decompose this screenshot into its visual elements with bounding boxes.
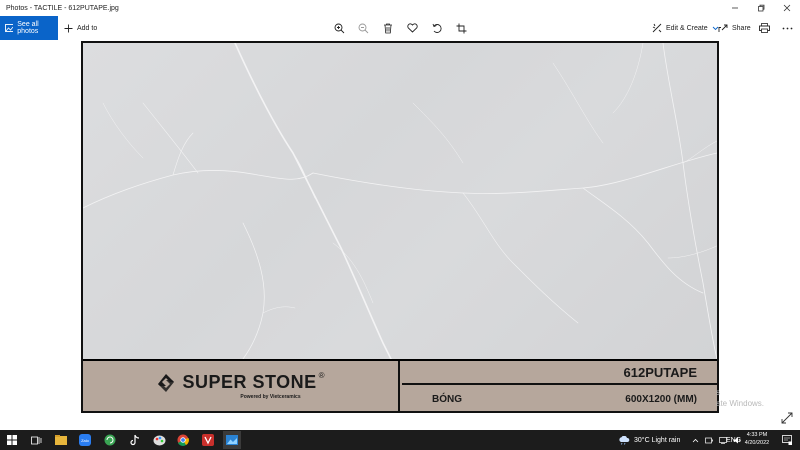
task-view-icon xyxy=(30,436,41,444)
battery-icon[interactable] xyxy=(705,437,713,444)
taskbar-chrome[interactable] xyxy=(176,433,190,447)
svg-text:Zalo: Zalo xyxy=(81,438,90,443)
notification-icon xyxy=(782,435,792,445)
task-view-button[interactable] xyxy=(29,433,43,447)
tiktok-icon xyxy=(129,434,139,446)
share-button[interactable]: Share xyxy=(718,16,751,40)
language-indicator[interactable]: ENG xyxy=(726,430,741,450)
activate-windows-watermark: s ate Windows. xyxy=(716,387,764,409)
rotate-icon xyxy=(432,23,442,33)
tray-chevron-up-icon[interactable] xyxy=(692,438,699,443)
taskbar-app-paint[interactable] xyxy=(152,433,166,447)
maximize-button[interactable] xyxy=(748,0,774,16)
watermark-line-1: s xyxy=(716,388,720,397)
cloud-rain-icon xyxy=(619,435,630,445)
photos-icon xyxy=(5,24,14,32)
see-all-photos-button[interactable]: See all photos xyxy=(0,16,58,40)
chrome-icon xyxy=(177,434,189,446)
see-all-label: See all photos xyxy=(17,21,39,35)
zoom-out-icon xyxy=(358,23,368,33)
product-label: SUPER STONE ® Powered by Vietceramics 61… xyxy=(83,361,717,411)
title-bar: Photos - TACTILE - 612PUTAPE.jpg xyxy=(0,0,800,16)
delete-icon xyxy=(384,23,392,33)
product-spec: BÓNG 600X1200 (MM) xyxy=(402,387,717,411)
taskbar: Zalo 30°C Light rain ENG 4:33 PM 4/20/20… xyxy=(0,430,800,450)
minimize-icon xyxy=(732,7,738,9)
photo-viewer-image[interactable]: SUPER STONE ® Powered by Vietceramics 61… xyxy=(81,41,719,413)
favorite-icon xyxy=(406,23,418,33)
marble-veins xyxy=(83,43,717,359)
taskbar-tiktok[interactable] xyxy=(127,433,141,447)
taskbar-app-red[interactable] xyxy=(201,433,215,447)
close-button[interactable] xyxy=(774,0,800,16)
edit-create-label: Edit & Create xyxy=(666,24,708,32)
size-label: 600X1200 (MM) xyxy=(625,393,697,405)
start-button[interactable] xyxy=(5,433,19,447)
finish-label: BÓNG xyxy=(432,393,462,405)
paint-app-icon xyxy=(153,435,165,445)
product-code: 612PUTAPE xyxy=(402,361,717,385)
weather-widget[interactable]: 30°C Light rain xyxy=(618,430,680,450)
clock-time: 4:33 PM xyxy=(746,432,768,438)
brand-name: SUPER STONE xyxy=(182,372,317,392)
favorite-button[interactable] xyxy=(405,21,419,35)
marble-texture xyxy=(83,43,717,359)
add-to-button[interactable]: Add to xyxy=(64,16,97,40)
watermark-line-2: ate Windows. xyxy=(716,399,765,408)
zalo-icon: Zalo xyxy=(79,434,91,446)
notifications-button[interactable] xyxy=(780,433,794,447)
vivaldi-app-icon xyxy=(202,434,214,446)
print-button[interactable] xyxy=(757,21,771,35)
delete-button[interactable] xyxy=(381,21,395,35)
weather-text: 30°C Light rain xyxy=(634,436,681,444)
more-button[interactable] xyxy=(780,21,794,35)
taskbar-file-explorer[interactable] xyxy=(54,433,68,447)
add-to-label: Add to xyxy=(77,24,98,32)
windows-logo-icon xyxy=(7,435,17,445)
more-icon xyxy=(782,27,792,29)
zoom-in-icon xyxy=(334,23,344,33)
powered-by-text: Powered by Vietceramics xyxy=(240,394,301,400)
brand-box: SUPER STONE ® Powered by Vietceramics xyxy=(83,361,400,411)
share-icon xyxy=(718,24,728,32)
edit-create-icon xyxy=(652,23,662,33)
system-clock[interactable]: 4:33 PM 4/20/2022 xyxy=(742,431,772,447)
zoom-in-button[interactable] xyxy=(332,21,346,35)
photos-app-icon xyxy=(226,435,238,445)
edit-create-button[interactable]: Edit & Create xyxy=(652,16,719,40)
zoom-out-button[interactable] xyxy=(356,21,370,35)
print-icon xyxy=(758,23,770,33)
taskbar-zalo[interactable]: Zalo xyxy=(78,433,92,447)
window-title: Photos - TACTILE - 612PUTAPE.jpg xyxy=(6,4,119,12)
taskbar-app-green[interactable] xyxy=(103,433,117,447)
taskbar-photos-active[interactable] xyxy=(223,431,241,449)
fullscreen-button[interactable] xyxy=(781,411,793,424)
plus-icon xyxy=(64,24,73,32)
clock-date: 4/20/2022 xyxy=(744,440,770,446)
registered-mark: ® xyxy=(318,371,325,380)
minimize-button[interactable] xyxy=(722,0,748,16)
window-controls xyxy=(722,0,800,16)
folder-icon xyxy=(55,435,67,445)
rotate-button[interactable] xyxy=(430,21,444,35)
refresh-app-icon xyxy=(104,434,116,446)
restore-icon xyxy=(758,4,765,12)
crop-icon xyxy=(456,23,466,33)
close-icon xyxy=(783,4,791,12)
language-text: ENG xyxy=(726,436,742,444)
crop-button[interactable] xyxy=(454,21,468,35)
toolbar: See all photos Add to Edit & Create Shar… xyxy=(0,16,800,40)
share-label: Share xyxy=(732,24,751,32)
super-stone-logo-icon xyxy=(158,373,175,392)
expand-icon xyxy=(781,412,793,424)
